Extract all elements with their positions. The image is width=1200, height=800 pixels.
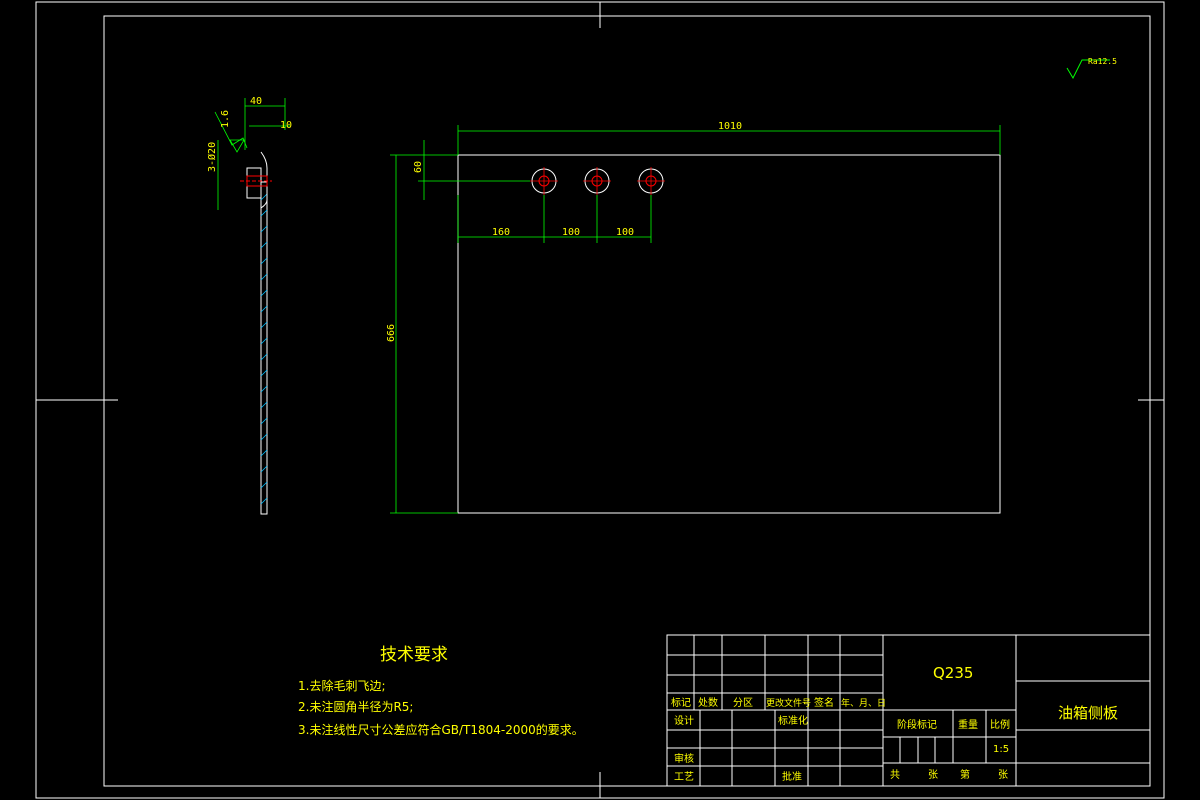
dim-thickness-text: 1.6 — [220, 110, 231, 128]
dim-flange-text: 10 — [280, 120, 292, 131]
dim-hole-text: 3-Ø20 — [206, 142, 218, 172]
dim-height-text: 666 — [386, 324, 397, 342]
plate-outline — [457, 154, 1001, 514]
review-label: 审核 — [674, 752, 694, 765]
scale-label: 比例 — [990, 718, 1010, 731]
rev-header-date: 年、月、日 — [841, 697, 886, 709]
tech-item-2: 2.未注圆角半径为R5; — [298, 699, 413, 714]
tech-item-1: 1.去除毛刺飞边; — [298, 678, 386, 693]
rev-header-zone: 分区 — [733, 697, 753, 709]
tech-requirements: 技术要求 1.去除毛刺飞边; 2.未注圆角半径为R5; 3.未注线性尺寸公差应符… — [298, 645, 584, 737]
hole-1 — [530, 167, 558, 195]
stage-mark-label: 阶段标记 — [897, 718, 937, 731]
title-block-text: Q235 油箱侧板 标记 处数 分区 更改文件号 签名 年、月、日 设计 标准化… — [671, 664, 1118, 783]
hole-2 — [583, 167, 611, 195]
side-plate-outline — [260, 181, 268, 515]
roughness-symbol: Ra12.5 — [1066, 57, 1117, 80]
sheets-label: 张 — [928, 769, 938, 781]
tech-item-3: 3.未注线性尺寸公差应符合GB/T1804-2000的要求。 — [298, 722, 584, 737]
tech-title: 技术要求 — [380, 645, 448, 665]
dim-hole-offset-text: 60 — [413, 161, 424, 173]
dim-hole-x3-text: 100 — [616, 227, 634, 238]
dim-hole-x2-text: 100 — [562, 227, 580, 238]
rev-header-mark: 标记 — [671, 697, 691, 709]
rev-header-sign: 签名 — [814, 696, 834, 709]
dim-width-text: 40 — [250, 96, 262, 107]
sheet-unit-label: 张 — [998, 769, 1008, 781]
dim-hole-x1-text: 160 — [492, 227, 510, 238]
weight-label: 重量 — [958, 718, 978, 731]
material-text: Q235 — [933, 664, 973, 682]
side-boss — [246, 167, 262, 199]
part-name-text: 油箱侧板 — [1058, 704, 1118, 722]
hole-3 — [637, 167, 665, 195]
approve-label: 批准 — [782, 770, 802, 783]
side-plate-hatch — [260, 193, 268, 505]
design-label: 设计 — [674, 714, 694, 727]
scale-value: 1:5 — [993, 744, 1009, 755]
drawing-sheet: Ra12.5 40 10 1.6 3-Ø20 1010 666 60 160 1… — [35, 1, 1165, 799]
process-label: 工艺 — [674, 771, 694, 783]
roughness-label: Ra12.5 — [1088, 57, 1117, 66]
front-view: 1010 666 60 160 100 100 — [386, 121, 1001, 514]
side-view: 40 10 1.6 3-Ø20 — [206, 96, 292, 515]
sheet-no-label: 第 — [960, 768, 970, 781]
outer-frame — [35, 1, 1165, 799]
rev-header-doc: 更改文件号 — [766, 697, 811, 709]
total-label: 共 — [890, 769, 900, 781]
rev-header-count: 处数 — [698, 696, 718, 709]
standardization-label: 标准化 — [778, 714, 808, 727]
dim-length-text: 1010 — [718, 121, 742, 132]
